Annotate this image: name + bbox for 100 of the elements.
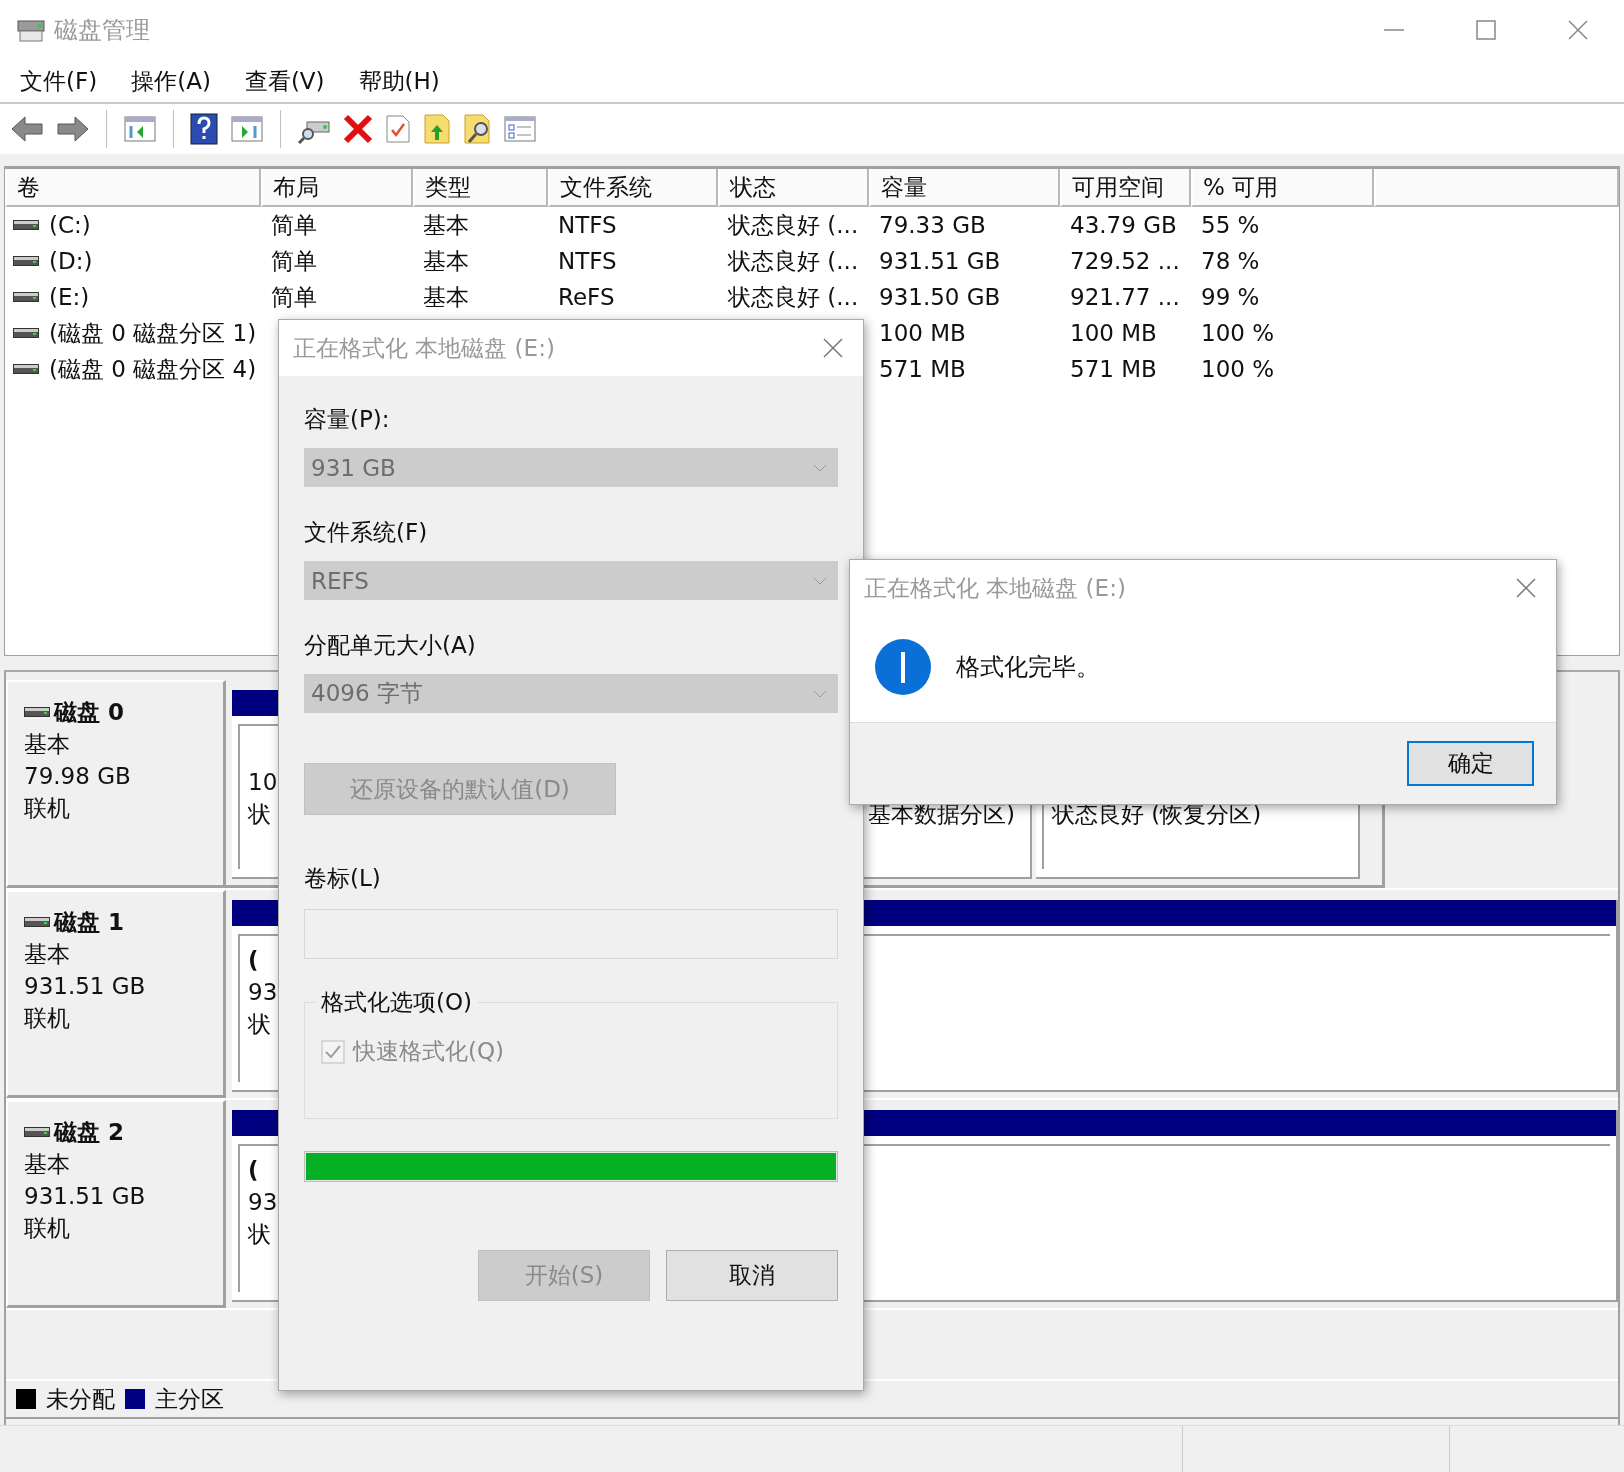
table-cell: 99 %	[1201, 284, 1260, 310]
folder-search-icon[interactable]	[463, 113, 491, 145]
message-text: 格式化完毕。	[956, 652, 1100, 683]
menu-item[interactable]: 帮助(H)	[358, 65, 440, 97]
table-cell: NTFS	[558, 248, 617, 274]
group-title: 格式化选项(O)	[320, 988, 474, 1017]
disk-name: 磁盘 0	[54, 698, 124, 727]
drive-icon	[24, 707, 50, 717]
help-icon[interactable]	[190, 113, 218, 145]
dialog-button[interactable]: 取消	[666, 1250, 838, 1301]
column-header[interactable]: 状态	[718, 169, 869, 207]
chevron-down-icon	[813, 463, 827, 472]
drive-icon	[24, 1127, 50, 1137]
table-cell: 729.52 ...	[1070, 248, 1180, 274]
chevron-down-icon	[813, 576, 827, 585]
close-icon[interactable]	[823, 338, 843, 358]
table-cell: 100 MB	[1070, 320, 1157, 346]
disk-status: 联机	[24, 794, 71, 823]
info-icon	[874, 638, 932, 696]
field-label: 卷标(L)	[304, 863, 382, 893]
table-cell-text: 状态良好 (...	[728, 210, 859, 240]
delete-icon[interactable]	[343, 114, 373, 144]
partition-size: 93	[248, 1189, 278, 1215]
table-cell-text: (磁盘 0 磁盘分区 4)	[49, 354, 257, 384]
disk-drive-icon	[16, 17, 46, 43]
disk-status: 联机	[24, 1214, 71, 1243]
column-header[interactable]: 卷	[5, 169, 261, 207]
drive-icon	[13, 220, 39, 230]
table-cell: 931.50 GB	[879, 284, 1001, 310]
table-cell: (E:)	[49, 284, 90, 310]
checklist-icon[interactable]	[503, 114, 537, 144]
disk-name: 磁盘 1	[54, 908, 124, 937]
disk-size: 931.51 GB	[24, 972, 147, 1001]
drive-icon	[24, 917, 50, 927]
drive-icon	[13, 328, 39, 338]
table-cell: NTFS	[558, 212, 617, 238]
folder-up-icon[interactable]	[423, 113, 451, 145]
disk-name: 磁盘 2	[54, 1118, 124, 1147]
disk-size: 79.98 GB	[24, 762, 132, 791]
table-cell: 55 %	[1201, 212, 1260, 238]
legend-label: 未分配	[46, 1384, 115, 1414]
column-header[interactable]: 类型	[413, 169, 548, 207]
table-cell-text: 简单	[271, 210, 317, 240]
dialog-title: 正在格式化 本地磁盘 (E:)	[864, 573, 1126, 603]
table-cell-text: 基本	[423, 282, 469, 312]
back-arrow-icon[interactable]	[10, 114, 44, 144]
menu-item[interactable]: 操作(A)	[131, 65, 211, 97]
partition-size: 93	[248, 979, 278, 1005]
drive-icon	[13, 292, 39, 302]
window-title: 磁盘管理	[54, 15, 150, 46]
column-header[interactable]: % 可用	[1191, 169, 1374, 207]
table-cell: 79.33 GB	[879, 212, 986, 238]
ok-button[interactable]: 确定	[1407, 741, 1534, 786]
column-header[interactable]: 容量	[869, 169, 1060, 207]
table-cell-text: 简单	[271, 246, 317, 276]
table-cell-text: 基本	[423, 210, 469, 240]
drive-icon	[13, 256, 39, 266]
disk-label-panel[interactable]: 磁盘 0 基本 79.98 GB 联机	[6, 680, 226, 888]
table-cell: 931.51 GB	[879, 248, 1001, 274]
menu-item[interactable]: 文件(F)	[20, 65, 98, 97]
table-cell: 100 %	[1201, 356, 1275, 382]
field-label: 容量(P):	[304, 404, 391, 434]
close-icon[interactable]	[1516, 578, 1536, 598]
partition-size: 10	[248, 769, 278, 795]
checked-document-icon[interactable]	[385, 114, 411, 144]
disk-label-panel[interactable]: 磁盘 1 基本 931.51 GB 联机	[6, 890, 226, 1098]
forward-arrow-icon[interactable]	[56, 114, 90, 144]
disk-type: 基本	[24, 1150, 71, 1179]
table-cell-text: 状态良好 (...	[728, 246, 859, 276]
panel-icon[interactable]	[123, 114, 157, 144]
legend-label: 主分区	[155, 1384, 224, 1414]
field-label: 文件系统(F)	[304, 517, 429, 547]
table-cell: 100 MB	[879, 320, 966, 346]
table-cell-text: 基本	[423, 246, 469, 276]
partition-status: 状	[248, 1221, 271, 1247]
close-icon[interactable]	[1568, 20, 1588, 40]
maximize-icon[interactable]	[1476, 20, 1496, 40]
disk-type: 基本	[24, 730, 71, 759]
disk-status: 联机	[24, 1004, 71, 1033]
disk-label-panel[interactable]: 磁盘 2 基本 931.51 GB 联机	[6, 1100, 226, 1308]
panel-icon[interactable]	[230, 114, 264, 144]
table-cell: 43.79 GB	[1070, 212, 1177, 238]
table-cell: ReFS	[558, 284, 615, 310]
table-cell: (C:)	[49, 212, 91, 238]
table-cell-text: (磁盘 0 磁盘分区 1)	[49, 318, 257, 348]
table-cell-text: 状态良好 (...	[728, 282, 859, 312]
disk-type: 基本	[24, 940, 71, 969]
table-cell: (D:)	[49, 248, 93, 274]
table-cell-text: 简单	[271, 282, 317, 312]
table-cell: 921.77 ...	[1070, 284, 1180, 310]
chevron-down-icon	[813, 689, 827, 698]
column-header[interactable]: 布局	[261, 169, 413, 207]
partition-status: 状	[248, 801, 271, 827]
table-cell: 78 %	[1201, 248, 1260, 274]
column-header[interactable]: 文件系统	[548, 169, 718, 207]
field-label: 分配单元大小(A)	[304, 630, 477, 660]
column-header[interactable]: 可用空间	[1060, 169, 1191, 207]
drive-icon	[13, 364, 39, 374]
partition-name: (	[248, 1157, 259, 1183]
menu-item[interactable]: 查看(V)	[244, 65, 325, 97]
